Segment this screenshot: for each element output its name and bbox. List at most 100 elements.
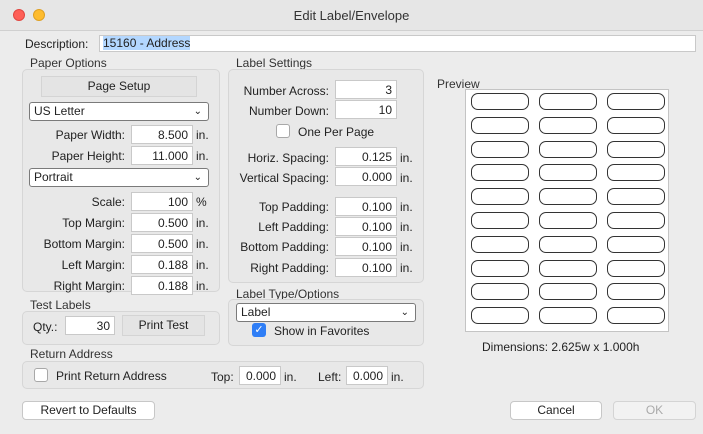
preview-label-cell <box>607 188 665 206</box>
left-padding-label: Left Padding: <box>258 220 329 234</box>
vertical-spacing-input[interactable]: 0.000 <box>335 167 397 186</box>
number-across-input[interactable]: 3 <box>335 80 397 99</box>
preview-label-cell <box>539 164 597 182</box>
preview-label-cell <box>607 93 665 110</box>
bottom-padding-label: Bottom Padding: <box>240 240 329 254</box>
chevron-down-icon: ⌄ <box>400 307 409 318</box>
label-settings-heading: Label Settings <box>236 56 313 70</box>
preview-label-cell <box>539 140 597 158</box>
bottom-margin-input[interactable]: 0.500 <box>131 234 193 253</box>
scale-input[interactable]: 100 <box>131 192 193 211</box>
print-test-button[interactable]: Print Test <box>122 315 205 336</box>
preview-label-cell <box>471 116 529 134</box>
paper-width-unit: in. <box>196 128 209 142</box>
number-down-input[interactable]: 10 <box>335 100 397 119</box>
left-padding-input[interactable]: 0.100 <box>335 217 397 236</box>
window-title: Edit Label/Envelope <box>293 8 410 23</box>
preview-label-cell <box>607 116 665 134</box>
vertical-spacing-label: Vertical Spacing: <box>239 171 329 185</box>
preview-label-cell <box>539 283 597 301</box>
number-across-label: Number Across: <box>243 84 329 98</box>
preview-label-cell <box>607 164 665 182</box>
scale-unit: % <box>196 195 207 209</box>
preview-label-cell <box>471 93 529 110</box>
paper-size-value: US Letter <box>34 104 85 118</box>
preview-label-cell <box>539 188 597 206</box>
horiz-spacing-unit: in. <box>400 151 413 165</box>
show-in-favorites-checkbox[interactable]: ✓ <box>252 323 266 337</box>
return-top-unit: in. <box>284 370 297 384</box>
label-preview <box>465 89 669 332</box>
preview-label-cell <box>539 235 597 253</box>
preview-label-cell <box>539 212 597 229</box>
preview-label-cell <box>539 93 597 110</box>
one-per-page-checkbox[interactable] <box>276 124 290 138</box>
preview-label-cell <box>471 212 529 229</box>
left-padding-unit: in. <box>400 220 413 234</box>
right-padding-unit: in. <box>400 261 413 275</box>
return-left-input[interactable]: 0.000 <box>346 366 388 385</box>
chevron-down-icon: ⌄ <box>193 106 202 117</box>
bottom-margin-label: Bottom Margin: <box>43 237 125 251</box>
left-margin-unit: in. <box>196 258 209 272</box>
preview-label-cell <box>471 259 529 277</box>
print-return-address-label: Print Return Address <box>56 369 167 383</box>
preview-label-cell <box>471 307 529 325</box>
preview-label-cell <box>607 140 665 158</box>
top-padding-input[interactable]: 0.100 <box>335 197 397 216</box>
left-margin-label: Left Margin: <box>61 258 125 272</box>
qty-label: Qty.: <box>33 320 58 334</box>
dimensions-text: Dimensions: 2.625w x 1.000h <box>482 340 640 354</box>
preview-label-cell <box>607 307 665 325</box>
paper-width-label: Paper Width: <box>55 128 125 142</box>
left-margin-input[interactable]: 0.188 <box>131 255 193 274</box>
right-margin-unit: in. <box>196 279 209 293</box>
paper-width-input[interactable]: 8.500 <box>131 125 193 144</box>
preview-label-cell <box>607 235 665 253</box>
horiz-spacing-label: Horiz. Spacing: <box>247 151 329 165</box>
label-type-value: Label <box>241 305 271 319</box>
return-top-label: Top: <box>211 370 234 384</box>
description-label: Description: <box>25 37 89 51</box>
paper-height-input[interactable]: 11.000 <box>131 146 193 165</box>
horiz-spacing-input[interactable]: 0.125 <box>335 147 397 166</box>
bottom-padding-unit: in. <box>400 240 413 254</box>
vertical-spacing-unit: in. <box>400 171 413 185</box>
right-padding-input[interactable]: 0.100 <box>335 258 397 277</box>
number-down-label: Number Down: <box>248 104 329 118</box>
cancel-button[interactable]: Cancel <box>510 401 602 420</box>
preview-label-cell <box>607 259 665 277</box>
qty-input[interactable]: 30 <box>65 316 115 335</box>
right-margin-label: Right Margin: <box>53 279 125 293</box>
right-padding-label: Right Padding: <box>250 261 329 275</box>
paper-options-heading: Paper Options <box>30 56 107 70</box>
description-input[interactable]: 15160 - Address <box>99 35 696 52</box>
top-margin-label: Top Margin: <box>62 216 125 230</box>
orientation-value: Portrait <box>34 170 73 184</box>
top-margin-input[interactable]: 0.500 <box>131 213 193 232</box>
right-margin-input[interactable]: 0.188 <box>131 276 193 295</box>
paper-size-select[interactable]: US Letter ⌄ <box>29 102 209 121</box>
ok-button[interactable]: OK <box>613 401 696 420</box>
top-margin-unit: in. <box>196 216 209 230</box>
return-left-label: Left: <box>318 370 342 384</box>
print-return-address-checkbox[interactable] <box>34 368 48 382</box>
revert-to-defaults-button[interactable]: Revert to Defaults <box>22 401 155 420</box>
top-padding-unit: in. <box>400 200 413 214</box>
preview-label-cell <box>607 283 665 301</box>
description-value: 15160 - Address <box>103 36 191 50</box>
preview-label-cell <box>471 283 529 301</box>
chevron-down-icon: ⌄ <box>193 172 202 183</box>
test-labels-heading: Test Labels <box>30 298 91 312</box>
paper-height-label: Paper Height: <box>51 149 125 163</box>
orientation-select[interactable]: Portrait ⌄ <box>29 168 209 187</box>
show-in-favorites-label: Show in Favorites <box>274 324 370 338</box>
label-type-select[interactable]: Label ⌄ <box>236 303 416 322</box>
paper-height-unit: in. <box>196 149 209 163</box>
return-top-input[interactable]: 0.000 <box>239 366 281 385</box>
preview-label-cell <box>471 164 529 182</box>
bottom-padding-input[interactable]: 0.100 <box>335 237 397 256</box>
preview-label-cell <box>471 188 529 206</box>
top-padding-label: Top Padding: <box>258 200 329 214</box>
page-setup-button[interactable]: Page Setup <box>41 76 197 97</box>
